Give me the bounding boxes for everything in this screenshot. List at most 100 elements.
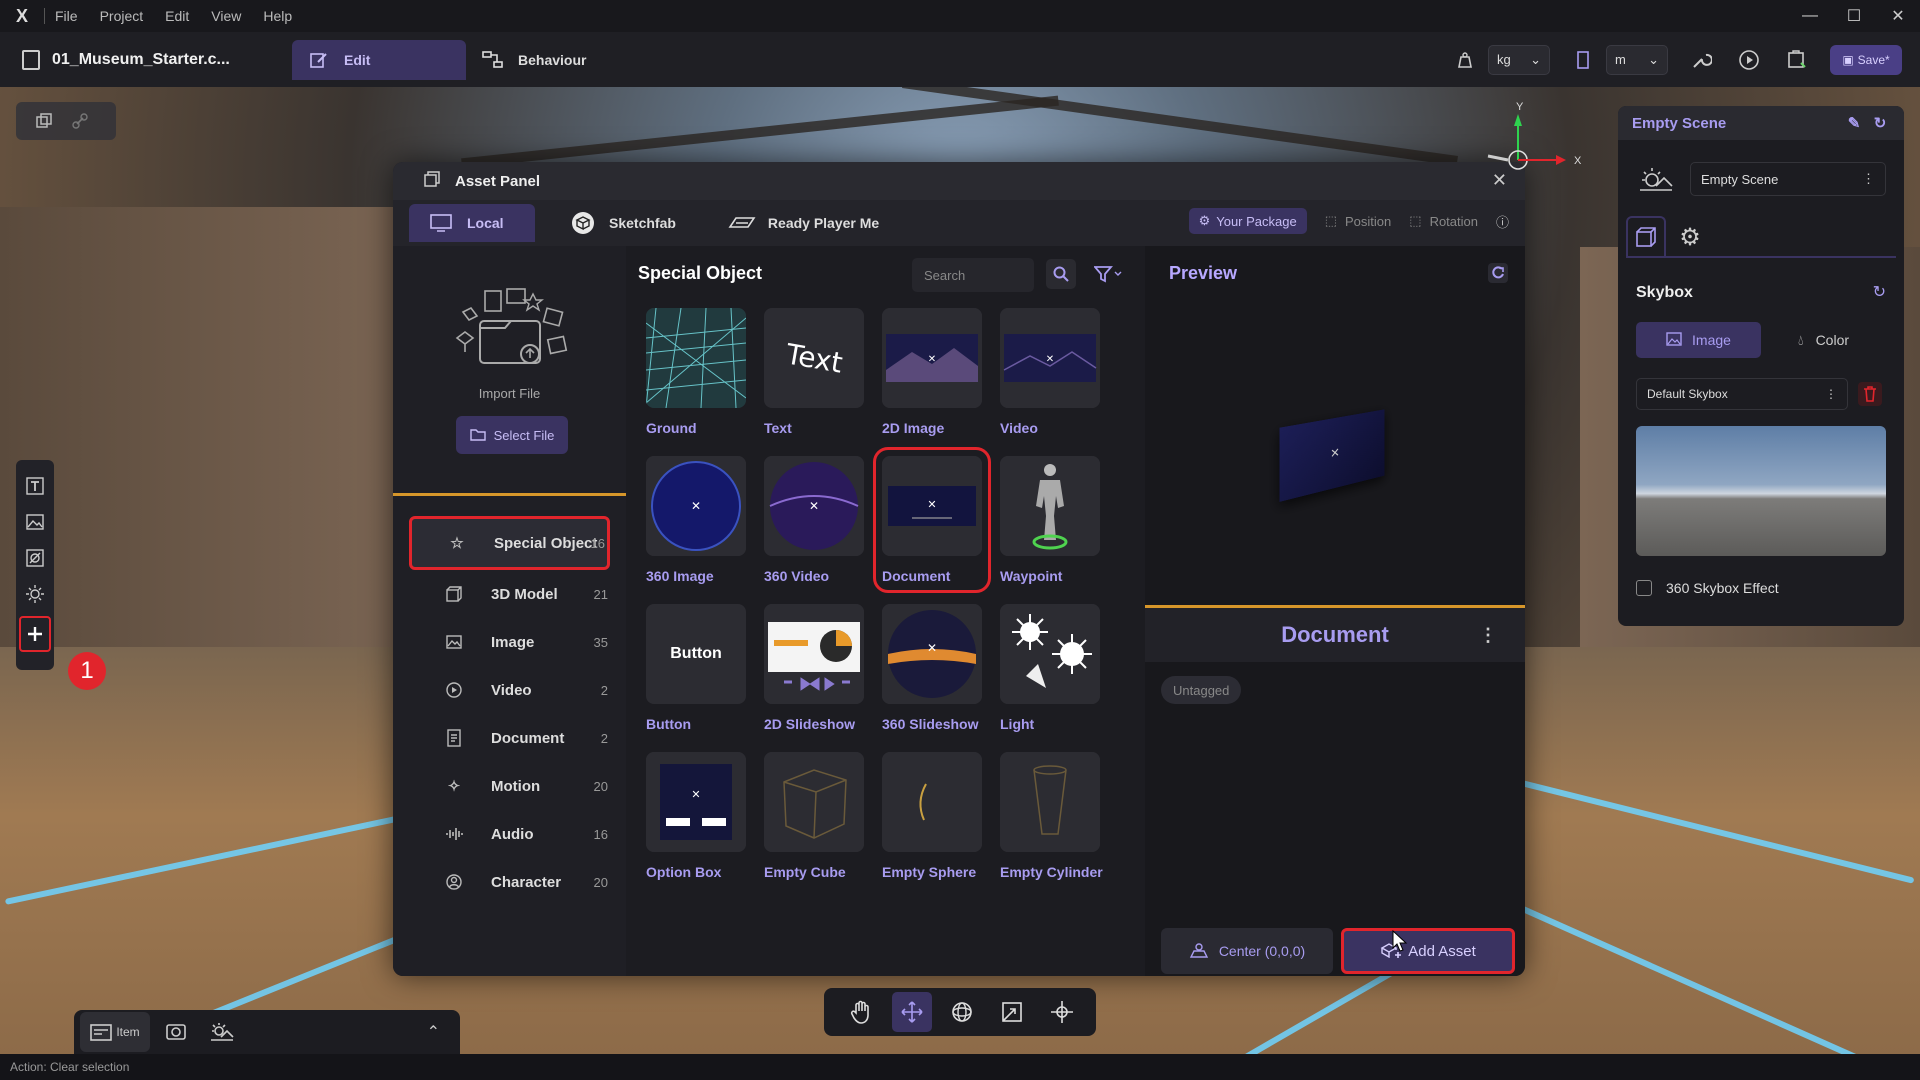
save-button[interactable]: ▣ Save* <box>1830 44 1902 75</box>
asset-tile-video[interactable]: ✕ Video <box>1000 308 1100 436</box>
light-tool-icon[interactable] <box>20 576 50 612</box>
length-unit-select[interactable]: m ⌄ <box>1606 44 1668 75</box>
link-icon[interactable] <box>62 106 98 136</box>
image-tool-icon[interactable] <box>20 504 50 540</box>
tab-edit-label: Edit <box>344 51 371 68</box>
asset-tile-light[interactable]: Light <box>1000 604 1100 732</box>
skybox-reset-icon[interactable]: ↻ <box>1873 282 1886 302</box>
category-count: 16 <box>593 826 608 842</box>
add-asset-button[interactable]: Add Asset <box>1341 928 1515 974</box>
category-motion[interactable]: ✧ Motion 20 <box>393 762 626 810</box>
sketchfab-icon <box>569 211 597 235</box>
asset-tile-label: Empty Sphere <box>882 864 977 880</box>
maximize-button[interactable]: ☐ <box>1832 0 1876 32</box>
menu-help[interactable]: Help <box>263 8 292 24</box>
publish-icon[interactable] <box>1782 45 1812 75</box>
asset-tile-360-video[interactable]: ✕ 360 Video <box>764 456 864 584</box>
filter-icon[interactable] <box>1090 259 1126 289</box>
skybox-mode-color[interactable]: 💧︎ Color <box>1761 322 1886 358</box>
media-tool-icon[interactable] <box>20 540 50 576</box>
tab-sketchfab[interactable]: Sketchfab <box>551 204 694 242</box>
asset-tile-option-box[interactable]: ✕ Option Box <box>646 752 746 880</box>
category-image[interactable]: Image 35 <box>393 618 626 666</box>
asset-tile-empty-cube[interactable]: Empty Cube <box>764 752 864 880</box>
skybox-select[interactable]: Default Skybox ⋮ <box>1636 378 1848 410</box>
asset-tile-button[interactable]: Button Button <box>646 604 746 732</box>
refresh-icon[interactable]: ↻ <box>1870 113 1890 133</box>
preview-viewport[interactable]: ✕ <box>1145 300 1525 608</box>
droplet-icon: 💧︎ <box>1797 331 1804 348</box>
asset-tile-waypoint[interactable]: Waypoint <box>1000 456 1100 584</box>
axis-gizmo[interactable]: Y X <box>1470 100 1590 180</box>
more-vertical-icon[interactable]: ⋮ <box>1479 625 1497 646</box>
tab-environment[interactable] <box>1626 216 1666 258</box>
asset-tile-360-slideshow[interactable]: ✕ 360 Slideshow <box>882 604 982 732</box>
asset-tile-2d-image[interactable]: ✕ 2D Image <box>882 308 982 436</box>
reset-view-icon[interactable] <box>1487 262 1509 289</box>
minimize-button[interactable]: — <box>1788 0 1832 32</box>
category-video[interactable]: Video 2 <box>393 666 626 714</box>
more-vertical-icon[interactable]: ⋮ <box>1862 171 1875 187</box>
asset-tile-text[interactable]: Text Text <box>764 308 864 436</box>
tab-settings[interactable]: ⚙ <box>1670 216 1710 258</box>
tab-local-label: Local <box>467 215 504 231</box>
menu-project[interactable]: Project <box>100 8 144 24</box>
asset-tile-document[interactable]: ✕ Document <box>873 447 991 593</box>
tab-ready-player-me[interactable]: Ready Player Me <box>710 204 897 242</box>
search-icon[interactable] <box>1046 259 1076 289</box>
tab-local[interactable]: Local <box>409 204 535 242</box>
category-3d-model[interactable]: 3D Model 21 <box>393 570 626 618</box>
scene-select[interactable]: Empty Scene ⋮ <box>1690 162 1886 196</box>
tab-3d-view[interactable] <box>156 1012 196 1052</box>
menu-edit[interactable]: Edit <box>165 8 189 24</box>
checkbox-box[interactable] <box>1636 580 1652 596</box>
rotate-icon[interactable] <box>942 992 982 1032</box>
asset-tile-360-image[interactable]: ✕ 360 Image <box>646 456 746 584</box>
add-asset-tool-button[interactable] <box>19 616 51 652</box>
pencil-icon[interactable]: ✎ <box>1844 113 1864 133</box>
import-dropzone[interactable]: Import File Select File <box>393 246 626 496</box>
category-special-object[interactable]: ☆ Special Object 16 <box>409 516 610 570</box>
preview-title: Preview <box>1169 262 1238 283</box>
asset-tile-ground[interactable]: Ground <box>646 308 746 436</box>
tab-edit[interactable]: Edit <box>292 39 466 80</box>
tab-behaviour[interactable]: Behaviour <box>466 40 602 80</box>
your-package-button[interactable]: ⚙ Your Package <box>1188 208 1307 234</box>
tab-environment-settings[interactable] <box>202 1012 242 1052</box>
hand-icon[interactable] <box>842 992 882 1032</box>
scale-icon[interactable] <box>992 992 1032 1032</box>
info-icon[interactable]: ⓘ <box>1496 212 1509 231</box>
wrench-icon[interactable] <box>1686 45 1716 75</box>
asset-tile-2d-slideshow[interactable]: 2D Slideshow <box>764 604 864 732</box>
category-character[interactable]: Character 20 <box>393 858 626 906</box>
tag-chip[interactable]: Untagged <box>1161 676 1242 704</box>
rotation-toggle[interactable]: ⬚ Rotation <box>1409 213 1478 229</box>
asset-tile-empty-cylinder[interactable]: Empty Cylinder <box>1000 752 1103 880</box>
move-icon[interactable] <box>892 992 932 1032</box>
select-file-button[interactable]: Select File <box>456 416 568 454</box>
chevron-up-icon[interactable]: ⌃ <box>427 1022 440 1042</box>
skybox-mode-image[interactable]: Image <box>1636 322 1761 358</box>
menu-file[interactable]: File <box>55 8 78 24</box>
transform-all-icon[interactable] <box>1042 992 1082 1032</box>
copy-icon[interactable] <box>26 106 62 136</box>
text-tool-icon[interactable] <box>20 468 50 504</box>
tab-item[interactable]: Item <box>80 1012 150 1052</box>
360-slideshow-thumbnail: ✕ <box>882 604 982 704</box>
asset-grid-panel: Special Object Search Ground Text Text ✕… <box>626 246 1138 976</box>
rotation-label: Rotation <box>1429 213 1478 229</box>
asset-tile-empty-sphere[interactable]: Empty Sphere <box>882 752 982 880</box>
play-icon[interactable] <box>1734 45 1764 75</box>
position-toggle[interactable]: ⬚ Position <box>1325 213 1392 229</box>
category-audio[interactable]: Audio 16 <box>393 810 626 858</box>
search-input[interactable]: Search <box>912 258 1034 292</box>
more-vertical-icon[interactable]: ⋮ <box>1825 387 1837 401</box>
skybox-effect-checkbox[interactable]: 360 Skybox Effect <box>1636 580 1779 596</box>
mass-unit-select[interactable]: kg ⌄ <box>1488 44 1550 75</box>
menu-view[interactable]: View <box>211 8 241 24</box>
category-document[interactable]: Document 2 <box>393 714 626 762</box>
skybox-thumbnail[interactable] <box>1636 426 1886 556</box>
trash-icon[interactable] <box>1858 382 1882 406</box>
center-button[interactable]: Center (0,0,0) <box>1161 928 1333 974</box>
close-window-button[interactable]: ✕ <box>1876 0 1920 32</box>
